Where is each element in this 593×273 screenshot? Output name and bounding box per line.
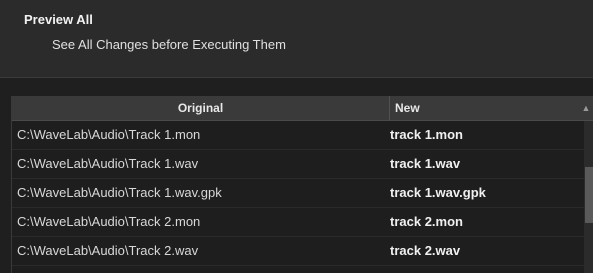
table-row[interactable]: C:\WaveLab\Audio\Track 2.mon track 2.mon [12,208,584,237]
sort-indicator-icon[interactable]: ▲ [578,96,593,120]
cell-original: C:\WaveLab\Audio\Track 1.mon [17,127,201,142]
dialog-title: Preview All [24,12,93,27]
column-header-original[interactable]: Original [12,96,390,120]
table-row[interactable]: C:\WaveLab\Audio\Track 1.wav track 1.wav [12,150,584,179]
cell-original: C:\WaveLab\Audio\Track 1.wav [17,156,199,171]
dialog-subtitle: See All Changes before Executing Them [52,37,286,52]
table-header: Original New ▲ [12,96,593,121]
cell-new: track 2.wav [390,243,461,258]
table-body: C:\WaveLab\Audio\Track 1.mon track 1.mon… [12,121,584,266]
cell-original: C:\WaveLab\Audio\Track 2.wav [17,243,199,258]
column-header-new[interactable]: New [395,96,575,120]
cell-new: track 1.mon [390,127,463,142]
scrollbar-thumb[interactable] [585,167,593,223]
cell-new: track 1.wav [390,156,461,171]
cell-original: C:\WaveLab\Audio\Track 1.wav.gpk [17,185,222,200]
cell-new: track 1.wav.gpk [390,185,486,200]
vertical-scrollbar[interactable] [584,121,593,273]
table-row[interactable]: C:\WaveLab\Audio\Track 1.mon track 1.mon [12,121,584,150]
dialog-header: Preview All See All Changes before Execu… [0,0,593,78]
table-row[interactable]: C:\WaveLab\Audio\Track 1.wav.gpk track 1… [12,179,584,208]
table-row[interactable]: C:\WaveLab\Audio\Track 2.wav track 2.wav [12,237,584,266]
cell-original: C:\WaveLab\Audio\Track 2.mon [17,214,201,229]
cell-new: track 2.mon [390,214,463,229]
preview-table: Original New ▲ C:\WaveLab\Audio\Track 1.… [11,96,593,273]
